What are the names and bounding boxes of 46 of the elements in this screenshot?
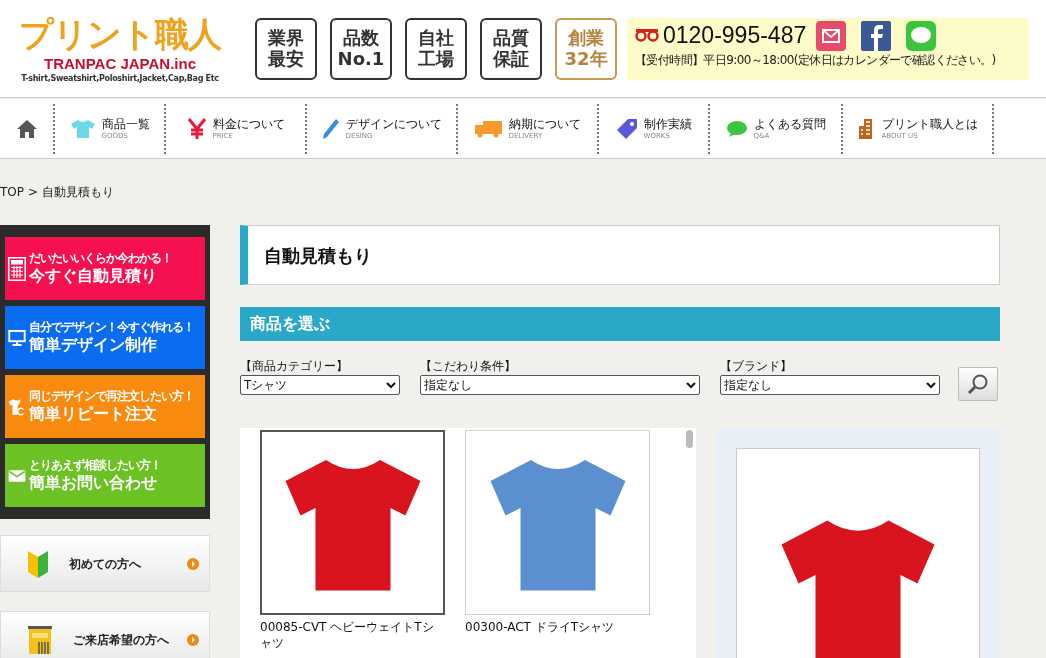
feature-badge: 自社 工場 bbox=[405, 17, 467, 80]
mail-icon[interactable] bbox=[816, 20, 847, 51]
business-hours: 【受付時間】平日9:00～18:00(定休日はカレンダーで確認ください。) bbox=[635, 51, 997, 69]
product-name: 00085-CVT ヘビーウェイトTシャツ bbox=[260, 619, 435, 651]
tag-icon bbox=[615, 117, 638, 140]
sidebar-link[interactable]: ご来店希望の方へ bbox=[0, 611, 210, 658]
scrollbar-thumb[interactable] bbox=[686, 430, 693, 448]
filter-dropdown[interactable]: Tシャツ bbox=[240, 375, 400, 395]
feature-badge: 品数 No.1 bbox=[330, 17, 392, 80]
filter-label: 【商品カテゴリー】 bbox=[240, 358, 349, 375]
filter-dropdown[interactable]: 指定なし bbox=[420, 375, 700, 395]
pencil-icon bbox=[321, 117, 340, 140]
truck-icon bbox=[474, 119, 503, 138]
chevron-down-icon bbox=[926, 381, 936, 389]
filter-dropdown[interactable]: 指定なし bbox=[720, 375, 940, 395]
filter-label: 【こだわり条件】 bbox=[420, 358, 517, 375]
yen-icon bbox=[186, 117, 207, 140]
chevron-down-icon bbox=[686, 381, 696, 389]
feature-badge: 業界 最安 bbox=[255, 17, 317, 80]
breadcrumb-item[interactable]: TOP bbox=[0, 183, 24, 201]
chevron-down-icon bbox=[386, 381, 396, 389]
search-icon bbox=[967, 373, 989, 395]
product-card[interactable]: 00300-ACT ドライTシャツ bbox=[465, 430, 650, 658]
speech-bubble-icon bbox=[725, 119, 748, 138]
free-dial-icon bbox=[635, 28, 659, 43]
shop-icon bbox=[27, 624, 53, 655]
sidebar-button[interactable]: だいたいいくらか今わかる！ 今すぐ自動見積り bbox=[5, 237, 205, 300]
breadcrumb-item: 自動見積もり bbox=[42, 184, 115, 201]
facebook-icon[interactable] bbox=[861, 20, 892, 51]
product-card[interactable]: 00085-CVT ヘビーウェイトTシャツ bbox=[260, 430, 445, 658]
beginner-mark-icon bbox=[27, 548, 49, 579]
feature-badge: 品質 保証 bbox=[480, 17, 542, 80]
sidebar-link[interactable]: 初めての方へ bbox=[0, 535, 210, 592]
tagline: T-shirt,Sweatshirt,Poloshirt,Jacket,Cap,Bag Etc bbox=[21, 73, 219, 84]
page-title: 自動見積もり bbox=[264, 243, 372, 268]
product-name: 00300-ACT ドライTシャツ bbox=[465, 619, 616, 635]
section-title: 商品を選ぶ bbox=[250, 313, 330, 335]
phone-number: 0120-995-487 bbox=[663, 24, 807, 47]
search-button[interactable] bbox=[958, 367, 998, 401]
company-name: TRANPAC JAPAN.inc bbox=[44, 55, 196, 74]
feature-badge: 創業 32年 bbox=[555, 17, 617, 80]
t-shirt-icon bbox=[69, 118, 96, 139]
sidebar-button[interactable]: 自分でデザイン！今すぐ作れる！ 簡単デザイン制作 bbox=[5, 306, 205, 369]
breadcrumb-separator: > bbox=[28, 184, 39, 201]
home-icon bbox=[15, 118, 38, 139]
filter-label: 【ブランド】 bbox=[720, 358, 793, 375]
